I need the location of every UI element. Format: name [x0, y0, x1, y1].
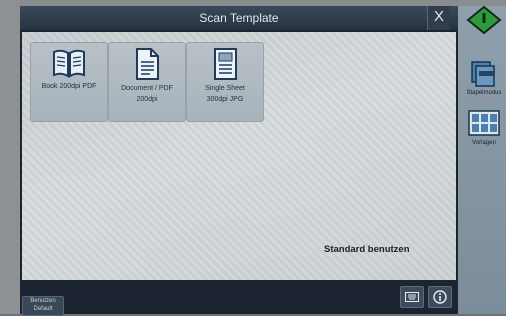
- close-button[interactable]: X: [427, 6, 450, 30]
- use-standard-label[interactable]: Standard benutzen: [324, 244, 410, 255]
- template-label: Book 200dpi PDF: [41, 83, 97, 90]
- device-bezel-left: [0, 0, 20, 314]
- template-label: Document / PDF: [121, 85, 173, 92]
- keyboard-icon: [405, 292, 419, 303]
- template-sublabel: 300dpi JPG: [206, 96, 244, 103]
- bottom-bar: Benutzen Default: [20, 282, 458, 316]
- side-app-stack-mode[interactable]: Stapelmodus: [462, 58, 506, 96]
- template-sublabel: 200dpi: [136, 96, 158, 103]
- screen: Scan Template X Book 200dpi PDF Document…: [20, 6, 506, 316]
- document-icon: [136, 48, 159, 80]
- use-default-button[interactable]: Benutzen Default: [22, 296, 64, 316]
- template-single-sheet-jpg[interactable]: Single Sheet 300dpi JPG: [186, 42, 264, 122]
- side-app-label: Vorlagen: [472, 140, 496, 146]
- template-document-pdf[interactable]: Document / PDF 200dpi: [108, 42, 186, 122]
- side-app-templates[interactable]: Vorlagen: [462, 108, 506, 146]
- templates-icon: [468, 110, 500, 136]
- status-diamond-icon: [466, 6, 502, 34]
- template-label: Single Sheet: [205, 85, 245, 92]
- template-book-200dpi-pdf[interactable]: Book 200dpi PDF: [30, 42, 108, 122]
- side-app-label: Stapelmodus: [466, 90, 502, 96]
- use-default-label: Benutzen Default: [30, 298, 56, 312]
- info-button[interactable]: [428, 286, 452, 308]
- keyboard-button[interactable]: [400, 286, 424, 308]
- window-title: Scan Template: [199, 11, 279, 25]
- title-bar: Scan Template X: [20, 6, 458, 30]
- close-icon: X: [433, 8, 444, 25]
- stack-mode-icon: [471, 61, 495, 87]
- info-icon: [433, 290, 447, 304]
- single-sheet-icon: [214, 48, 237, 80]
- template-area: Book 200dpi PDF Document / PDF 200dpi Si…: [22, 32, 456, 280]
- book-icon: [53, 49, 85, 78]
- side-app-panel: Stapelmodus Vorlagen: [458, 6, 506, 314]
